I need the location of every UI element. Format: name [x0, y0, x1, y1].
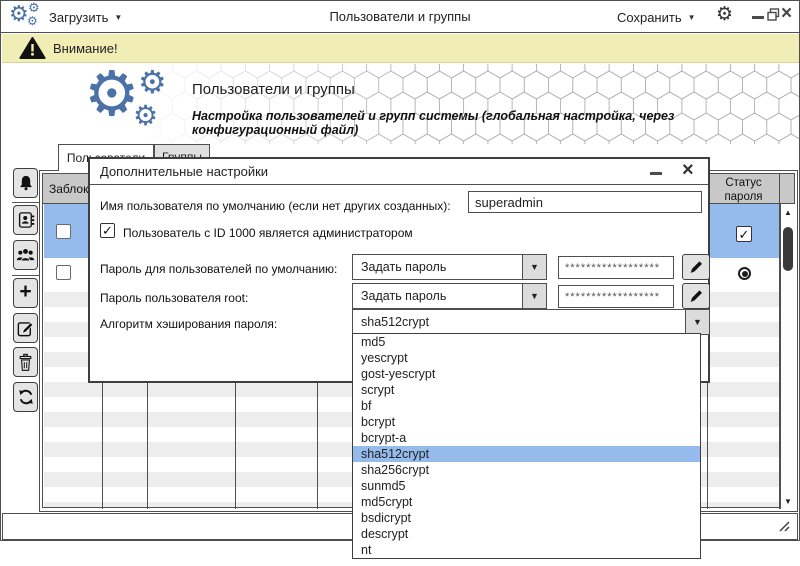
- hash-option-sha512crypt[interactable]: sha512crypt: [353, 446, 700, 462]
- hash-option-bcrypt-a[interactable]: bcrypt-a: [353, 430, 700, 446]
- hash-option-bf[interactable]: bf: [353, 398, 700, 414]
- hash-algorithm-label: Алгоритм хэширования пароля:: [100, 317, 277, 331]
- dialog-title: Дополнительные настройки: [100, 164, 268, 179]
- save-button[interactable]: Сохранить ▼: [617, 9, 696, 27]
- default-password-mode-select[interactable]: Задать пароль ▼: [352, 254, 547, 280]
- edit-icon: [16, 319, 35, 338]
- hash-option-sunmd5[interactable]: sunmd5: [353, 478, 700, 494]
- chevron-down-icon[interactable]: ▼: [685, 310, 709, 334]
- default-password-mode-value: Задать пароль: [353, 255, 522, 279]
- hash-algorithm-select[interactable]: sha512crypt ▼: [352, 309, 710, 335]
- hash-option-md5[interactable]: md5: [353, 334, 700, 350]
- hash-option-sha256crypt[interactable]: sha256crypt: [353, 462, 700, 478]
- default-username-value: superadmin: [475, 195, 543, 210]
- default-password-label: Пароль для пользователей по умолчанию:: [100, 262, 337, 276]
- hash-option-bsdicrypt[interactable]: bsdicrypt: [353, 510, 700, 526]
- hash-option-bcrypt[interactable]: bcrypt: [353, 414, 700, 430]
- dialog-titlebar: Дополнительные настройки ×: [90, 159, 708, 185]
- default-username-label: Имя пользователя по умолчанию (если нет …: [100, 199, 451, 213]
- add-user-button[interactable]: +: [13, 278, 38, 308]
- groups-list-button[interactable]: [13, 240, 38, 270]
- root-password-input[interactable]: ******************: [558, 285, 674, 308]
- refresh-icon: [17, 388, 35, 406]
- hash-algorithm-value: sha512crypt: [353, 310, 685, 334]
- warning-banner: Внимание!: [2, 34, 799, 63]
- titlebar: ⚙ ⚙ ⚙ Загрузить▼ Пользователи и группы С…: [1, 1, 799, 33]
- chevron-down-icon[interactable]: ▼: [522, 255, 546, 279]
- page-title: Пользователи и группы: [192, 81, 355, 98]
- admin-checkbox[interactable]: ✓: [100, 223, 115, 238]
- table-scrollbar[interactable]: ▲ ▼: [780, 204, 795, 509]
- root-password-label: Пароль пользователя root:: [100, 291, 248, 305]
- root-password-mode-select[interactable]: Задать пароль ▼: [352, 283, 547, 309]
- root-password-mode-value: Задать пароль: [353, 284, 522, 308]
- scroll-up-button[interactable]: ▲: [781, 204, 795, 220]
- scroll-down-button[interactable]: ▼: [781, 493, 795, 509]
- dialog-close-button[interactable]: ×: [682, 159, 694, 182]
- edit-user-button[interactable]: [13, 313, 38, 343]
- hash-option-yescrypt[interactable]: yescrypt: [353, 350, 700, 366]
- password-status-checkbox-row1[interactable]: ✓: [736, 226, 752, 242]
- hash-option-descrypt[interactable]: descrypt: [353, 526, 700, 542]
- blocked-checkbox-row2[interactable]: [56, 265, 71, 280]
- screen: ⚙ ⚙ ⚙ Загрузить▼ Пользователи и группы С…: [0, 0, 800, 566]
- blocked-checkbox-row1[interactable]: [56, 224, 71, 239]
- hash-option-nt[interactable]: nt: [353, 542, 700, 558]
- sidebar-divider: [12, 275, 39, 276]
- restore-icon: [767, 8, 780, 21]
- users-group-icon: [16, 246, 35, 264]
- chevron-down-icon[interactable]: ▼: [522, 284, 546, 308]
- header-gears-icon: ⚙: [84, 64, 140, 126]
- admin-checkbox-label: Пользователь с ID 1000 является админист…: [123, 226, 413, 240]
- root-password-edit-button[interactable]: [682, 283, 710, 309]
- header-gears-icon: ⚙: [138, 66, 167, 98]
- address-book-icon: [17, 210, 35, 230]
- page-subtitle: Настройка пользователей и групп системы …: [192, 109, 799, 137]
- delete-user-button[interactable]: [13, 347, 38, 377]
- maximize-button[interactable]: [767, 8, 780, 21]
- pencil-icon: [688, 288, 704, 304]
- hash-option-gost-yescrypt[interactable]: gost-yescrypt: [353, 366, 700, 382]
- default-username-input[interactable]: superadmin: [468, 191, 702, 213]
- chevron-down-icon: ▼: [688, 13, 696, 22]
- bell-icon: [17, 173, 35, 193]
- radio-dot: [742, 271, 748, 277]
- save-button-label: Сохранить: [617, 10, 682, 25]
- default-password-edit-button[interactable]: [682, 254, 710, 280]
- hash-option-scrypt[interactable]: scrypt: [353, 382, 700, 398]
- trash-icon: [17, 353, 34, 372]
- close-button[interactable]: ×: [781, 3, 792, 25]
- warning-triangle-icon: [19, 37, 46, 60]
- contacts-button[interactable]: [13, 205, 38, 235]
- scroll-thumb[interactable]: [783, 227, 793, 271]
- sidebar-divider: [12, 202, 39, 203]
- page-header: ⚙ ⚙ ⚙ Пользователи и группы Настройка по…: [2, 64, 799, 144]
- notifications-button[interactable]: [13, 168, 38, 198]
- resize-grip-icon[interactable]: [777, 520, 791, 534]
- dialog-minimize-button[interactable]: [650, 172, 662, 175]
- pencil-icon: [688, 259, 704, 275]
- column-header-password-status: Статус пароля: [708, 175, 779, 204]
- refresh-button[interactable]: [13, 382, 38, 412]
- plus-icon: +: [19, 280, 31, 304]
- hash-option-md5crypt[interactable]: md5crypt: [353, 494, 700, 510]
- default-password-input[interactable]: ******************: [558, 256, 674, 279]
- hash-dropdown: md5yescryptgost-yescryptscryptbfbcryptbc…: [352, 333, 701, 559]
- settings-gear-icon[interactable]: ⚙: [716, 5, 733, 24]
- password-status-radio-row2[interactable]: [738, 267, 751, 280]
- warning-text: Внимание!: [53, 41, 118, 56]
- minimize-button[interactable]: [752, 16, 764, 19]
- header-gears-icon: ⚙: [133, 102, 158, 130]
